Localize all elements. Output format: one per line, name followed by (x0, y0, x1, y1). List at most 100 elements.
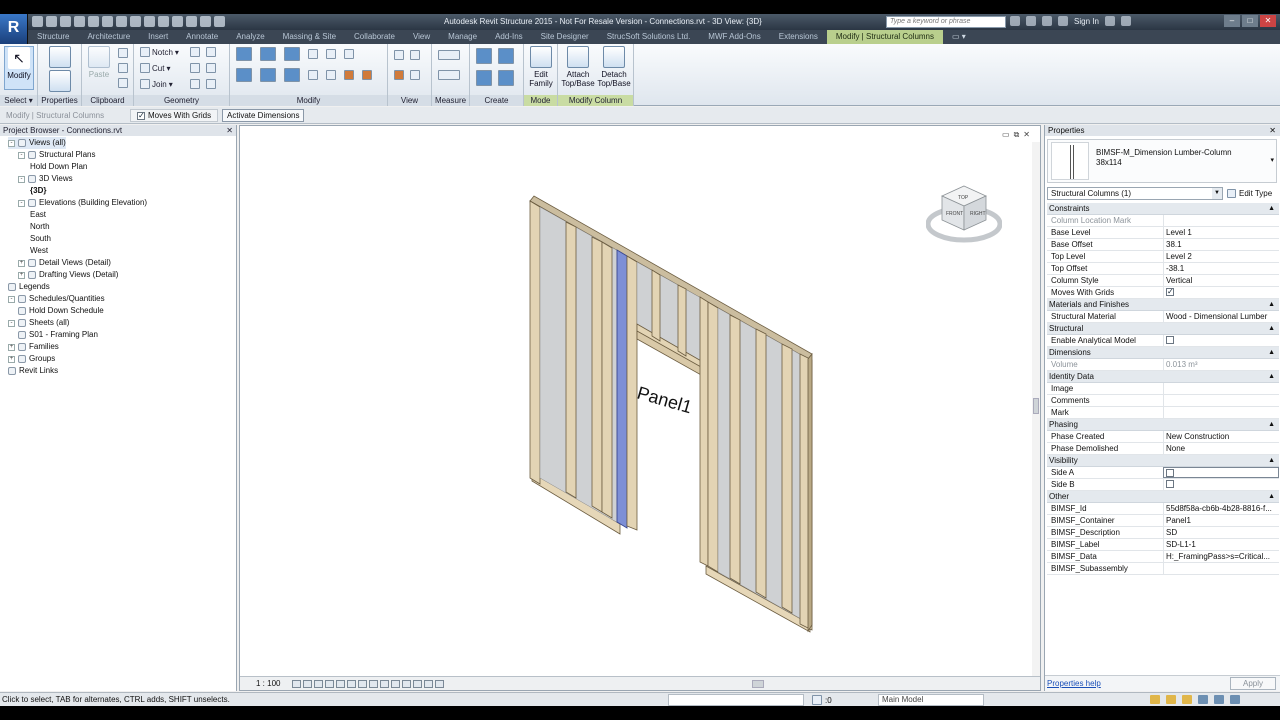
property-group[interactable]: Constraints ▲ (1047, 203, 1279, 215)
tab-strucsoft[interactable]: StrucSoft Solutions Ltd. (598, 30, 700, 44)
scroll-thumb[interactable] (1033, 398, 1039, 414)
browser-item[interactable]: Revit Links (8, 365, 58, 377)
moves-with-grids-checkbox[interactable] (137, 111, 145, 120)
expand-icon[interactable]: + (18, 259, 25, 267)
properties-button[interactable] (47, 46, 73, 70)
wall-joins-icon[interactable] (190, 63, 200, 73)
collapse-icon[interactable]: ▲ (1268, 455, 1275, 467)
analytical-model-icon[interactable] (413, 680, 422, 688)
collapse-icon[interactable]: ▲ (1268, 491, 1275, 503)
close-icon[interactable]: ✕ (1269, 125, 1276, 136)
property-value[interactable]: SD (1163, 527, 1279, 538)
tab-collaborate[interactable]: Collaborate (345, 30, 404, 44)
property-value[interactable] (1163, 215, 1279, 226)
copy-to-clipboard-icon[interactable] (118, 48, 128, 58)
expand-icon[interactable]: + (18, 271, 25, 279)
view-scale[interactable]: 1 : 100 (256, 679, 280, 688)
help-icon[interactable] (1120, 16, 1131, 26)
star-icon[interactable] (1042, 16, 1052, 26)
collapse-icon[interactable]: ▲ (1268, 371, 1275, 383)
create-group-icon[interactable] (476, 70, 492, 86)
select-by-face-icon[interactable] (1198, 695, 1208, 704)
collapse-icon[interactable]: ▲ (1268, 323, 1275, 335)
create-assembly-icon[interactable] (476, 48, 492, 64)
section-icon[interactable] (172, 16, 183, 27)
design-option-dropdown[interactable]: Main Model (878, 694, 984, 706)
align-icon[interactable] (236, 47, 252, 61)
crop-view-icon[interactable] (347, 680, 356, 688)
property-value[interactable]: Level 2 (1163, 251, 1279, 262)
workset-dropdown[interactable] (668, 694, 804, 706)
collapse-icon[interactable]: - (18, 151, 25, 159)
delete-icon[interactable] (362, 70, 372, 80)
3d-viewport[interactable]: ▭ ⧉ ✕ Panel1 TOP FRONT RIGHT 1: 100 (239, 125, 1041, 691)
linework-icon[interactable] (394, 70, 404, 80)
switch-windows-icon[interactable] (214, 16, 225, 27)
array-icon[interactable] (344, 49, 354, 59)
property-value[interactable]: Wood - Dimensional Lumber (1163, 311, 1279, 322)
sync-icon[interactable] (60, 16, 71, 27)
close-hidden-icon[interactable] (200, 16, 211, 27)
edit-type-button[interactable]: Edit Type (1227, 187, 1272, 200)
exchange-icon[interactable] (1104, 16, 1115, 26)
edit-family-button[interactable]: Edit Family (526, 46, 556, 88)
vertical-scrollbar[interactable] (1032, 142, 1040, 676)
detach-top-base-button[interactable]: Detach Top/Base (596, 46, 632, 88)
expand-icon[interactable]: + (8, 343, 15, 351)
browser-item[interactable]: Legends (8, 281, 50, 293)
property-checkbox[interactable] (1166, 469, 1174, 477)
ribbon-minimize-toggle[interactable]: ▭ ▾ (943, 30, 975, 44)
browser-item[interactable]: + Groups (8, 353, 55, 365)
apply-button[interactable]: Apply (1230, 677, 1276, 690)
property-checkbox[interactable] (1166, 480, 1174, 488)
property-value[interactable]: 0.013 m³ (1163, 359, 1279, 370)
property-group[interactable]: Materials and Finishes ▲ (1047, 299, 1279, 311)
property-value[interactable]: -38.1 (1163, 263, 1279, 274)
property-value[interactable]: 55d8f58a-cb6b-4b28-8816-f... (1163, 503, 1279, 514)
beam-join-icon[interactable] (190, 79, 200, 89)
property-value[interactable] (1163, 467, 1279, 478)
minimize-button[interactable]: – (1224, 15, 1240, 27)
paste-button[interactable]: Paste (86, 46, 112, 79)
hide-in-view-icon[interactable] (410, 50, 420, 60)
property-value[interactable]: New Construction (1163, 431, 1279, 442)
modify-button[interactable]: ↖ Modify (4, 46, 34, 90)
reveal-constraints-icon[interactable] (435, 680, 444, 688)
split-element-icon[interactable] (326, 49, 336, 59)
thin-lines-icon[interactable] (186, 16, 197, 27)
tab-analyze[interactable]: Analyze (227, 30, 273, 44)
browser-item[interactable]: {3D} (30, 185, 46, 197)
rotate-icon[interactable] (284, 68, 300, 82)
tab-extensions[interactable]: Extensions (770, 30, 827, 44)
property-value[interactable]: Vertical (1163, 275, 1279, 286)
redo-icon[interactable] (88, 16, 99, 27)
type-selector[interactable]: BIMSF-M_Dimension Lumber-Column 38x114 ▾ (1047, 139, 1277, 183)
undo-icon[interactable] (74, 16, 85, 27)
browser-item[interactable]: - Structural Plans (18, 149, 95, 161)
browser-item[interactable]: - Views (all) (8, 137, 66, 149)
tab-manage[interactable]: Manage (439, 30, 486, 44)
measure-between-icon[interactable] (438, 50, 460, 60)
browser-item[interactable]: - Schedules/Quantities (8, 293, 105, 305)
aligned-dimension-icon[interactable] (130, 16, 141, 27)
collapse-icon[interactable]: - (8, 139, 15, 147)
tab-insert[interactable]: Insert (139, 30, 177, 44)
save-icon[interactable] (46, 16, 57, 27)
property-value[interactable]: 38.1 (1163, 239, 1279, 250)
open-icon[interactable] (32, 16, 43, 27)
property-group[interactable]: Identity Data ▲ (1047, 371, 1279, 383)
collapse-icon[interactable]: ▲ (1268, 203, 1275, 215)
scale-icon[interactable] (326, 70, 336, 80)
browser-item[interactable]: Hold Down Plan (30, 161, 87, 173)
tab-site-designer[interactable]: Site Designer (532, 30, 598, 44)
type-properties-button[interactable] (47, 70, 73, 94)
measure-icon[interactable] (116, 16, 127, 27)
property-group[interactable]: Structural ▲ (1047, 323, 1279, 335)
property-group[interactable]: Dimensions ▲ (1047, 347, 1279, 359)
sign-in-link[interactable]: Sign In (1074, 17, 1099, 26)
horizontal-scroll-thumb[interactable] (752, 680, 764, 688)
property-value[interactable]: SD-L1-1 (1163, 539, 1279, 550)
property-checkbox[interactable] (1166, 287, 1174, 296)
demolish-icon[interactable] (206, 63, 216, 73)
property-value[interactable]: Panel1 (1163, 515, 1279, 526)
